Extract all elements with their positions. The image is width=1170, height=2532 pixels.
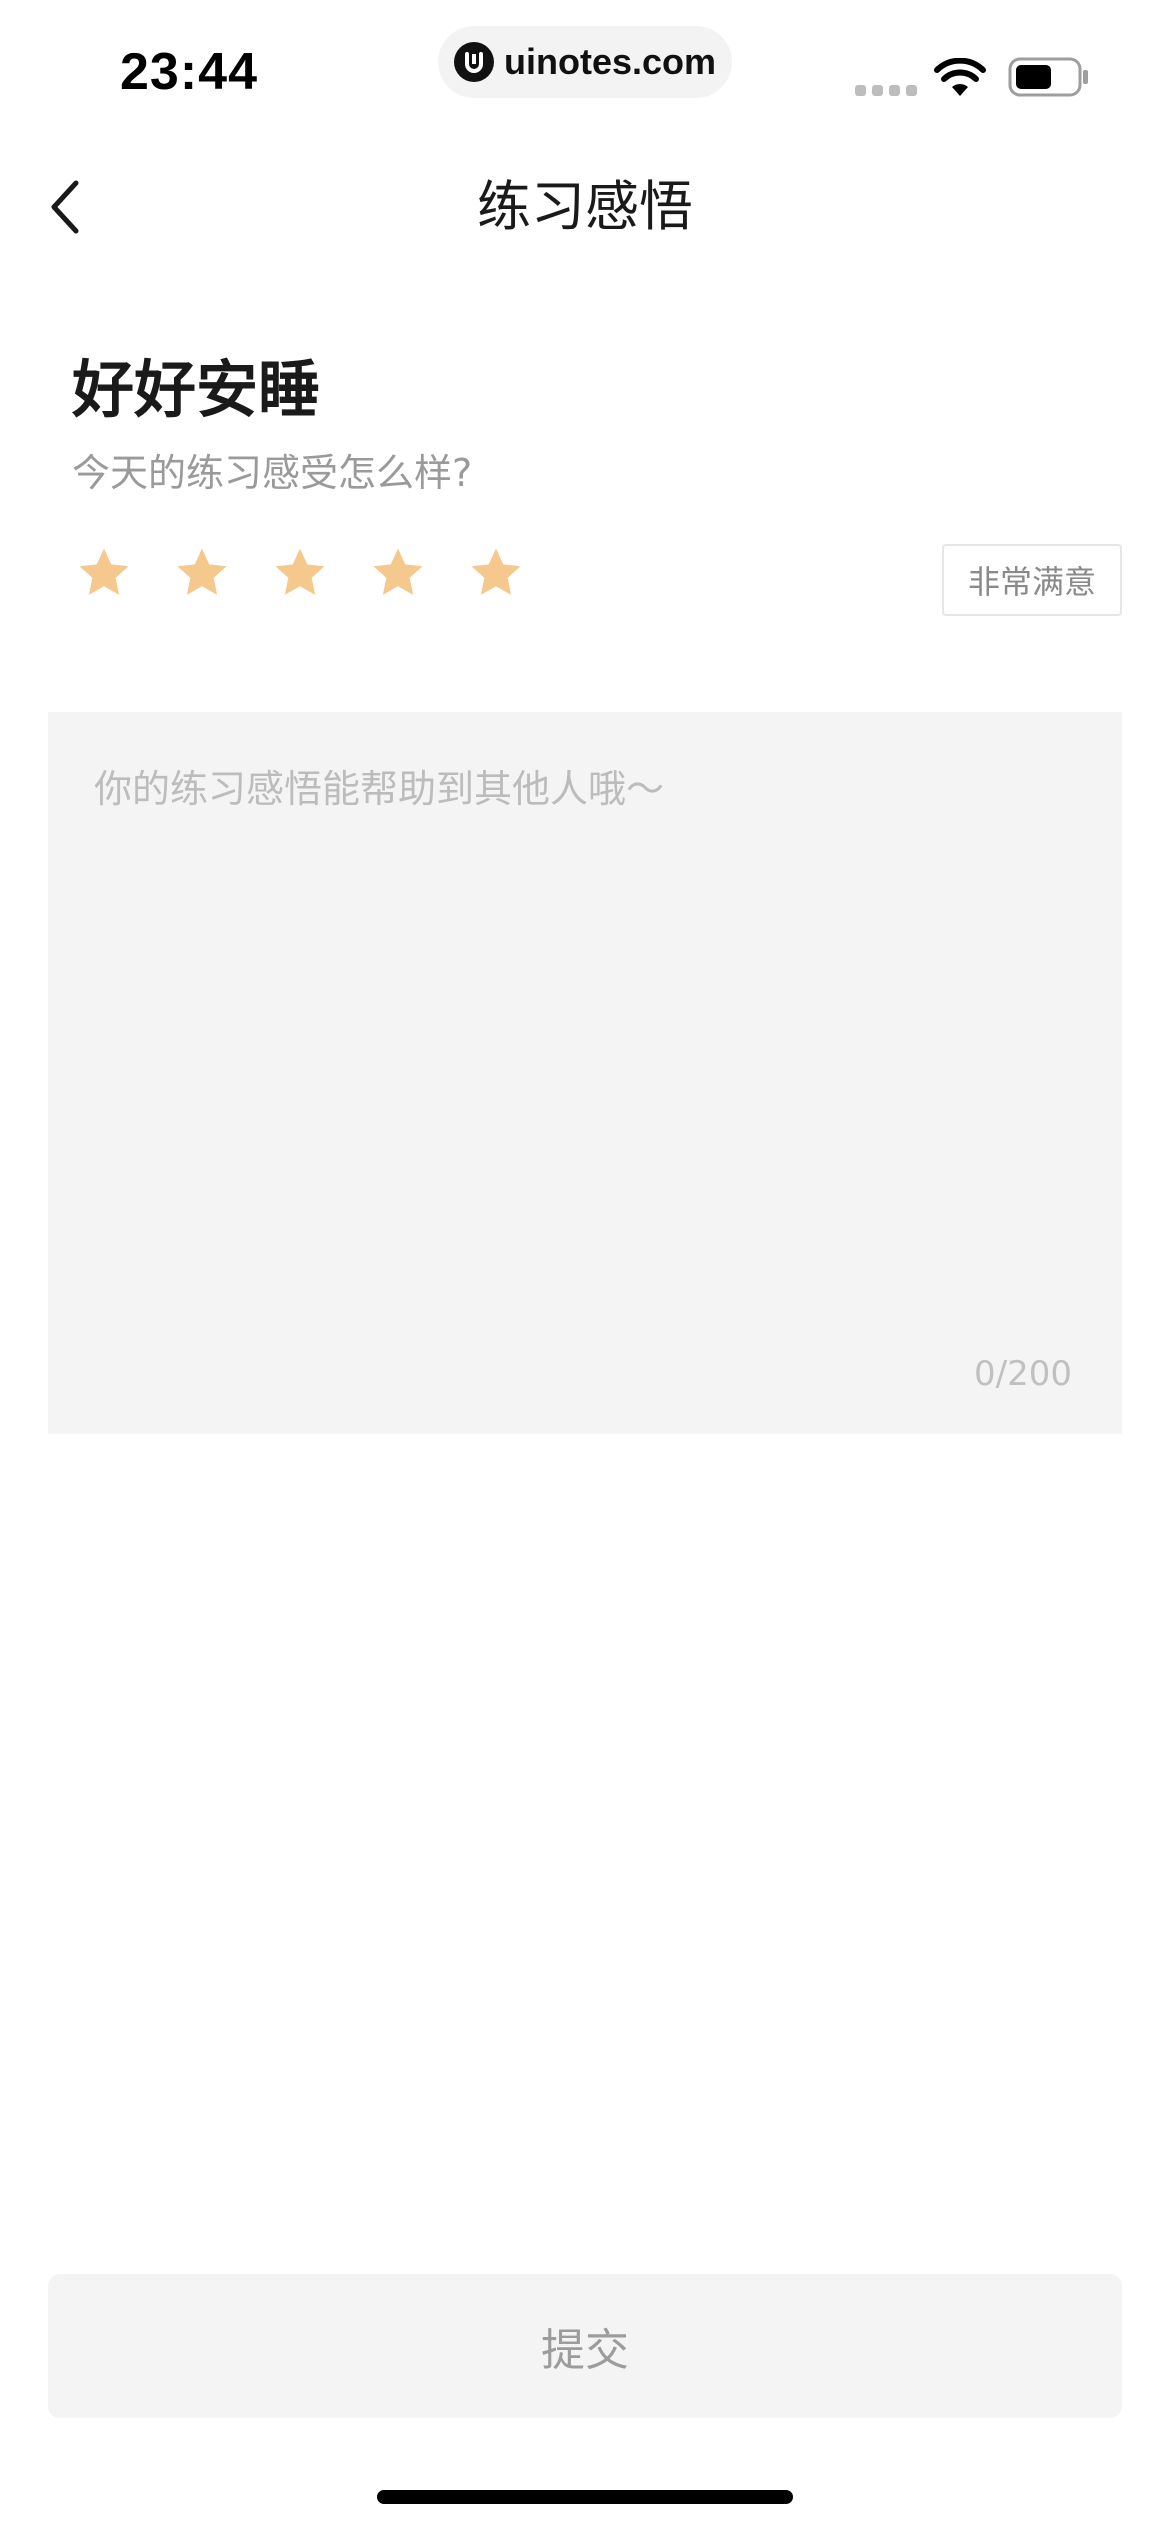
star-icon[interactable]: [272, 545, 328, 601]
page-title: 练习感悟: [477, 175, 693, 238]
star-icon[interactable]: [370, 545, 426, 601]
url-pill[interactable]: uinotes.com: [438, 26, 732, 98]
practice-reflection-screen: 23:44 uinotes.com 练习感悟 好好安睡 今天的练习感受怎么样? …: [0, 0, 1170, 2532]
battery-icon: [1008, 57, 1090, 101]
comment-box: 0/200: [48, 712, 1122, 1434]
cellular-signal-icon: [855, 85, 917, 96]
site-logo-icon: [454, 42, 494, 82]
submit-button[interactable]: 提交: [48, 2274, 1122, 2418]
reflection-textarea[interactable]: [94, 764, 1074, 1324]
status-bar: 23:44 uinotes.com: [0, 0, 1170, 130]
star-rating: [76, 545, 524, 601]
star-icon[interactable]: [76, 545, 132, 601]
wifi-icon: [934, 57, 986, 102]
course-title: 好好安睡: [72, 353, 321, 426]
character-counter: 0/200: [974, 1354, 1072, 1394]
status-time: 23:44: [120, 43, 258, 101]
star-icon[interactable]: [468, 545, 524, 601]
url-text: uinotes.com: [504, 41, 717, 82]
rating-question: 今天的练习感受怎么样?: [72, 451, 473, 495]
home-indicator: [377, 2490, 793, 2504]
rating-label-badge: 非常满意: [942, 544, 1122, 616]
star-icon[interactable]: [174, 545, 230, 601]
